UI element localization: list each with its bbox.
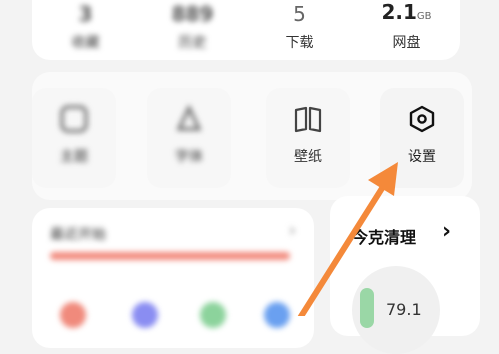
chevron-right-icon: › xyxy=(288,220,296,241)
cleaner-card[interactable]: 今克清理 › 79.1 xyxy=(330,196,480,354)
stat-label: 下载 xyxy=(285,35,314,51)
stat-unit: GB xyxy=(416,11,432,22)
recent-card[interactable]: 最近开始 › xyxy=(32,208,314,348)
stat-value: 5 xyxy=(293,2,306,26)
tool-settings[interactable]: 设置 xyxy=(380,88,464,188)
tool-label: 设置 xyxy=(408,149,436,165)
tool-label: 字体 xyxy=(175,149,203,165)
cleaner-value: 79.1 xyxy=(386,300,422,319)
stat-cloud-drive[interactable]: 2.1GB 网盘 xyxy=(353,0,460,60)
recent-app-icon xyxy=(132,302,158,328)
stat-value-row: 2.1GB xyxy=(353,0,460,24)
stat-value: 3 xyxy=(78,2,93,26)
chevron-right-icon: › xyxy=(442,219,452,244)
tool-theme[interactable]: 主题 xyxy=(32,88,116,188)
recent-app-icon xyxy=(200,302,226,328)
usage-bar xyxy=(360,288,374,328)
stat-value: 889 xyxy=(171,2,214,26)
font-icon xyxy=(174,104,204,138)
progress-bar xyxy=(50,252,290,260)
theme-icon xyxy=(59,104,89,138)
tool-label: 壁纸 xyxy=(294,149,322,165)
tool-font[interactable]: 字体 xyxy=(147,88,231,188)
settings-icon xyxy=(407,104,437,138)
book-icon xyxy=(293,104,323,138)
stat-downloads[interactable]: 5 下载 xyxy=(246,0,353,60)
stats-card: 3 收藏 889 历史 5 下载 2.1GB 网盘 xyxy=(32,0,460,60)
stat-label: 历史 xyxy=(178,35,207,51)
cleaner-title: 今克清理 xyxy=(352,228,417,247)
recent-title: 最近开始 xyxy=(50,227,106,243)
tool-wallpaper[interactable]: 壁纸 xyxy=(266,88,350,188)
stat-value: 2.1 xyxy=(381,0,417,24)
stat-label: 收藏 xyxy=(71,35,100,51)
recent-app-icon xyxy=(60,302,86,328)
stat-favorites[interactable]: 3 收藏 xyxy=(32,0,139,60)
recent-app-icon xyxy=(264,302,290,328)
tool-label: 主题 xyxy=(60,149,88,165)
stat-history[interactable]: 889 历史 xyxy=(139,0,246,60)
stat-label: 网盘 xyxy=(392,35,421,51)
